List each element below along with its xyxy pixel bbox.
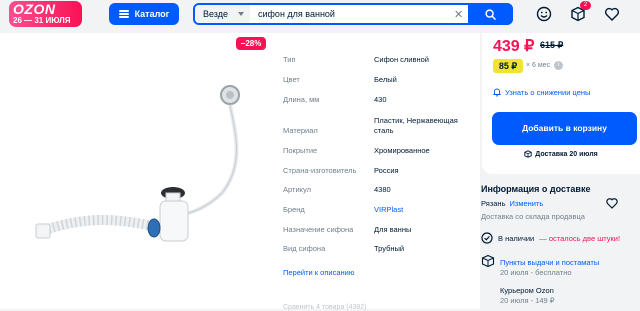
brand-link[interactable]: VIRPlast: [374, 205, 474, 215]
delivery-date-label: Доставка 20 июля: [535, 150, 598, 158]
spec-value: Для ванны: [374, 225, 412, 234]
pickup-points-link[interactable]: Пункты выдачи и постаматы: [500, 258, 599, 267]
spec-key: Тип: [283, 55, 296, 64]
delivery-date: Доставка 20 июля: [482, 150, 640, 158]
bell-icon: [493, 88, 501, 97]
product-photo[interactable]: [30, 75, 265, 255]
old-price: 615 ₽: [540, 40, 564, 50]
spec-key: Длина, мм: [283, 95, 320, 104]
logo-dates: 26 — 31 ИЮЛЯ: [13, 16, 71, 25]
clear-icon[interactable]: ✕: [454, 8, 463, 21]
spec-value: Белый: [374, 75, 397, 84]
menu-icon: [118, 10, 129, 18]
spec-key: Страна-изготовитель: [283, 166, 357, 175]
cart-count-badge: 2: [580, 1, 591, 10]
search-scope-select[interactable]: Везде: [195, 5, 250, 23]
spec-value: Пластик, Нержавеющая сталь: [374, 116, 458, 135]
spec-key: Цвет: [283, 75, 300, 84]
cut-off-text: Сравнить 4 товара (4382): [283, 304, 367, 311]
spec-key: Артикул: [283, 185, 311, 194]
spec-key: Вид сифона: [283, 244, 326, 253]
stock-warning: — осталось две штуки!: [539, 233, 621, 243]
warehouse-note: Доставка со склада продавца: [481, 212, 585, 221]
catalog-button[interactable]: Каталог: [109, 3, 179, 25]
heart-icon[interactable]: [603, 5, 621, 23]
in-stock-label: В наличии: [498, 233, 535, 243]
search-bar: Везде ✕: [193, 3, 513, 25]
add-to-cart-button[interactable]: Добавить в корзину: [492, 112, 637, 145]
search-icon: [485, 8, 496, 20]
discount-badge: −28%: [236, 37, 266, 50]
spec-value: Хромированное: [374, 146, 430, 155]
spec-value: Трубный: [374, 244, 405, 253]
header: OZON 26 — 31 ИЮЛЯ Каталог Везде ✕ 2: [0, 0, 640, 30]
city-row: Рязань Изменить: [481, 199, 543, 208]
installment-term: × 6 мес: [526, 62, 551, 69]
search-button[interactable]: [468, 3, 513, 25]
pickup-date: 20 июля - бесплатно: [500, 268, 572, 277]
smiley-icon[interactable]: [535, 5, 553, 23]
catalog-label: Каталог: [134, 9, 170, 19]
spec-value: Сифон сливной: [374, 55, 429, 64]
installment-price-badge[interactable]: 85 ₽: [493, 59, 523, 73]
spec-value: 430: [374, 95, 387, 104]
ozon-logo[interactable]: OZON 26 — 31 ИЮЛЯ: [9, 1, 82, 27]
go-to-description-link[interactable]: Перейти к описанию: [283, 268, 354, 277]
pickup-box-icon: [481, 254, 495, 268]
spec-key: Материал: [283, 126, 318, 135]
spec-value: 4380: [374, 185, 391, 194]
notify-label: Узнать о снижении цены: [505, 88, 591, 97]
package-icon: [524, 150, 532, 158]
current-price: 439 ₽: [493, 38, 535, 55]
spec-value: Россия: [374, 166, 399, 175]
info-icon[interactable]: i: [554, 61, 563, 70]
spec-key: Покрытие: [283, 146, 318, 155]
heart-icon[interactable]: [605, 196, 619, 210]
logo-brand: OZON: [13, 1, 56, 17]
chevron-down-icon: [238, 12, 244, 16]
change-city-link[interactable]: Изменить: [509, 199, 543, 208]
check-circle-icon: [481, 232, 493, 244]
spec-key: Назначение сифона: [283, 225, 354, 234]
courier-label: Курьером Ozon: [500, 286, 554, 295]
buy-box: 439 ₽ 615 ₽ 85 ₽ × 6 мес i Узнать о сниж…: [482, 33, 640, 174]
price-drop-notify-link[interactable]: Узнать о снижении цены: [493, 88, 590, 97]
search-input[interactable]: [258, 7, 448, 21]
search-scope-label: Везде: [203, 9, 228, 19]
delivery-info-title: Информация о доставке: [481, 184, 591, 194]
spec-key: Бренд: [283, 205, 305, 214]
stock-status: В наличии — осталось две штуки!: [481, 232, 620, 244]
city-name: Рязань: [481, 199, 506, 208]
courier-date: 20 июля - 149 ₽: [500, 296, 555, 305]
